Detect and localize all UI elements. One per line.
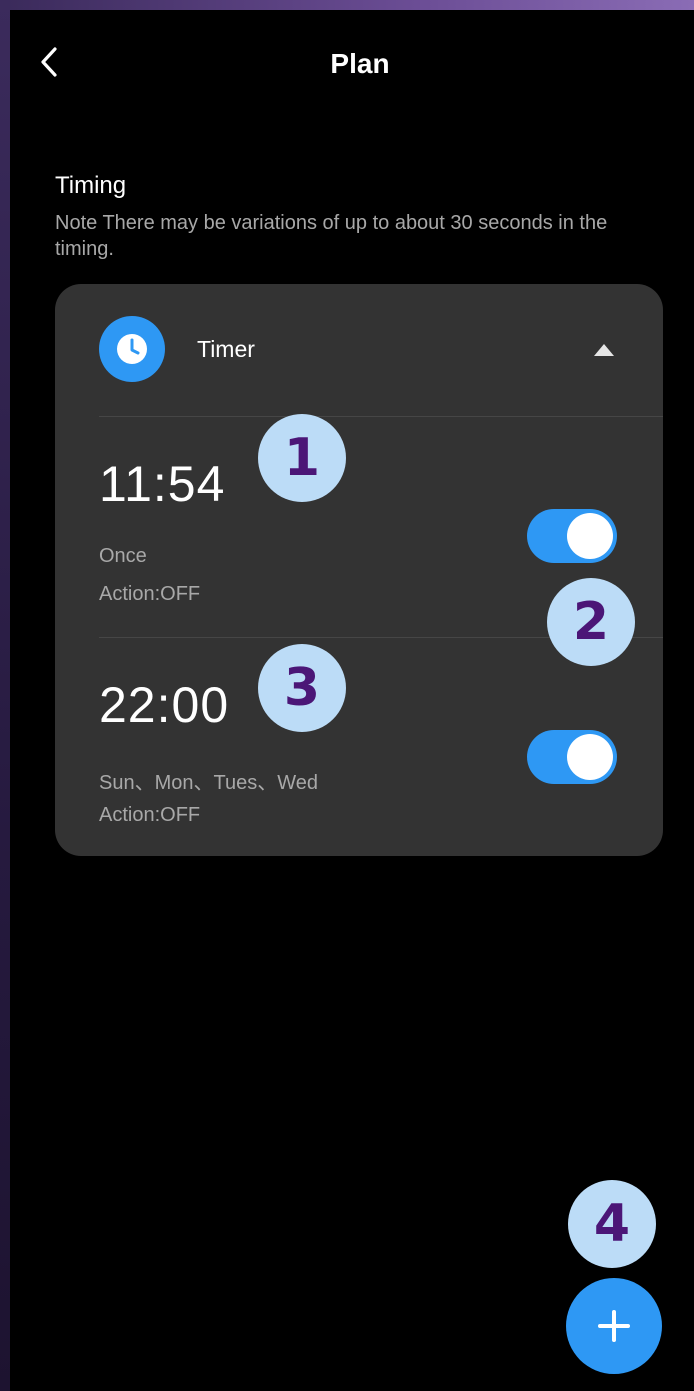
timer-time: 22:00 xyxy=(99,677,230,733)
toggle-knob xyxy=(567,734,613,780)
window-frame-top xyxy=(0,0,694,10)
plus-icon xyxy=(598,1310,630,1342)
page-title: Plan xyxy=(330,48,390,79)
timer-label: Timer xyxy=(197,336,255,362)
plan-screen: Plan Timing Note There may be variations… xyxy=(10,10,694,1391)
timer-action: Action:OFF xyxy=(99,804,201,826)
toggle-knob xyxy=(567,513,613,559)
section-title: Timing xyxy=(55,172,127,199)
annotation-badge: 3 xyxy=(258,644,346,732)
clock-icon xyxy=(99,316,165,382)
window-frame-left xyxy=(0,0,10,1391)
annotation-badge: 2 xyxy=(547,578,635,666)
timer-toggle[interactable] xyxy=(527,509,617,563)
annotation-badge: 1 xyxy=(258,414,346,502)
timer-repeat: Once xyxy=(99,545,147,567)
timer-card: Timer 11:54 Once Action:OFF 22:00 Sun、Mo… xyxy=(55,284,663,856)
caret-up-icon[interactable] xyxy=(591,342,617,358)
timer-action: Action:OFF xyxy=(99,583,201,605)
timer-time: 11:54 xyxy=(99,456,226,512)
annotation-badge: 4 xyxy=(568,1180,656,1268)
section-note: Note There may be variations of up to ab… xyxy=(55,212,608,260)
add-timer-button[interactable] xyxy=(566,1278,662,1374)
timer-toggle[interactable] xyxy=(527,730,617,784)
timer-repeat: Sun、Mon、Tues、Wed xyxy=(99,772,318,794)
timer-card-header[interactable]: Timer xyxy=(55,284,663,416)
timer-item[interactable]: 22:00 Sun、Mon、Tues、Wed Action:OFF xyxy=(55,638,663,856)
